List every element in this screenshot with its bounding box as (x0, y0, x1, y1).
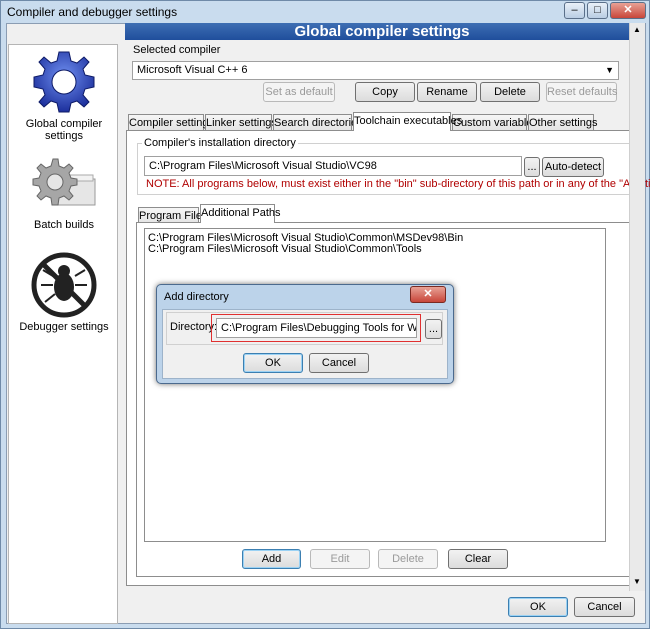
ok-button[interactable]: OK (508, 597, 568, 617)
directory-browse-button[interactable]: ... (425, 319, 442, 339)
scroll-down-icon[interactable]: ▼ (633, 577, 641, 586)
add-directory-dialog: Add directory ✕ Directory: C:\Program Fi… (156, 284, 454, 384)
dialog-close-button[interactable]: ✕ (410, 286, 446, 303)
maximize-button[interactable]: □ (587, 2, 608, 19)
edit-path-button[interactable]: Edit (310, 549, 370, 569)
dialog-ok-button[interactable]: OK (243, 353, 303, 373)
delete-compiler-button[interactable]: Delete (480, 82, 540, 102)
install-dir-label: Compiler's installation directory (142, 137, 298, 149)
tab-custom-variables[interactable]: Custom variables (452, 114, 538, 131)
install-dir-input[interactable]: C:\Program Files\Microsoft Visual Studio… (144, 156, 522, 176)
sidebar-item-global-compiler[interactable]: Global compiler settings (9, 118, 119, 142)
window-title: Compiler and debugger settings (7, 5, 178, 19)
gear-icon[interactable] (31, 49, 97, 115)
tab-linker-settings[interactable]: Linker settings (205, 114, 277, 131)
rename-button[interactable]: Rename (417, 82, 477, 102)
dialog-title: Add directory (164, 291, 229, 303)
install-dir-browse-button[interactable]: ... (524, 157, 540, 177)
delete-path-button[interactable]: Delete (378, 549, 438, 569)
compiler-select-value: Microsoft Visual C++ 6 (137, 64, 248, 76)
sidebar: Global compiler settings Batch builds De… (8, 44, 118, 624)
dialog-cancel-button[interactable]: Cancel (309, 353, 369, 373)
minimize-button[interactable]: – (564, 2, 585, 19)
close-button[interactable]: ✕ (610, 2, 646, 19)
section-header: Global compiler settings (125, 23, 639, 40)
reset-defaults-button[interactable]: Reset defaults (546, 82, 617, 102)
clear-paths-button[interactable]: Clear (448, 549, 508, 569)
paths-list[interactable]: C:\Program Files\Microsoft Visual Studio… (144, 228, 606, 542)
scroll-up-icon[interactable]: ▲ (633, 25, 641, 34)
directory-label: Directory: (170, 321, 218, 333)
list-item[interactable]: C:\Program Files\Microsoft Visual Studio… (148, 243, 422, 255)
tab-compiler-settings[interactable]: Compiler settings (128, 114, 214, 131)
subtab-additional-paths[interactable]: Additional Paths (200, 204, 281, 223)
set-as-default-button[interactable]: Set as default (263, 82, 335, 102)
settings-window: Compiler and debugger settings – □ ✕ Glo… (0, 0, 650, 629)
tab-toolchain-executables[interactable]: Toolchain executables (353, 112, 462, 131)
bug-icon[interactable] (31, 252, 97, 318)
dialog-client: Directory: C:\Program Files\Debugging To… (162, 309, 448, 379)
tab-other-settings[interactable]: Other settings (528, 114, 597, 131)
sidebar-item-debugger[interactable]: Debugger settings (9, 321, 119, 333)
batch-gear-icon[interactable] (31, 157, 97, 209)
auto-detect-button[interactable]: Auto-detect (542, 157, 604, 177)
window-scrollbar[interactable]: ▲ ▼ (629, 23, 645, 591)
chevron-down-icon: ▼ (605, 65, 614, 75)
tab-search-directories[interactable]: Search directories (273, 114, 363, 131)
cancel-button[interactable]: Cancel (574, 597, 635, 617)
copy-button[interactable]: Copy (355, 82, 415, 102)
selected-compiler-label: Selected compiler (133, 44, 221, 56)
directory-input[interactable]: C:\Program Files\Debugging Tools for Win… (216, 318, 417, 338)
install-note: NOTE: All programs below, must exist eit… (146, 178, 650, 190)
title-bar: Compiler and debugger settings – □ ✕ (1, 1, 650, 23)
sidebar-item-batch-builds[interactable]: Batch builds (9, 219, 119, 231)
compiler-select[interactable]: Microsoft Visual C++ 6 ▼ (132, 61, 619, 80)
add-path-button[interactable]: Add (242, 549, 301, 569)
